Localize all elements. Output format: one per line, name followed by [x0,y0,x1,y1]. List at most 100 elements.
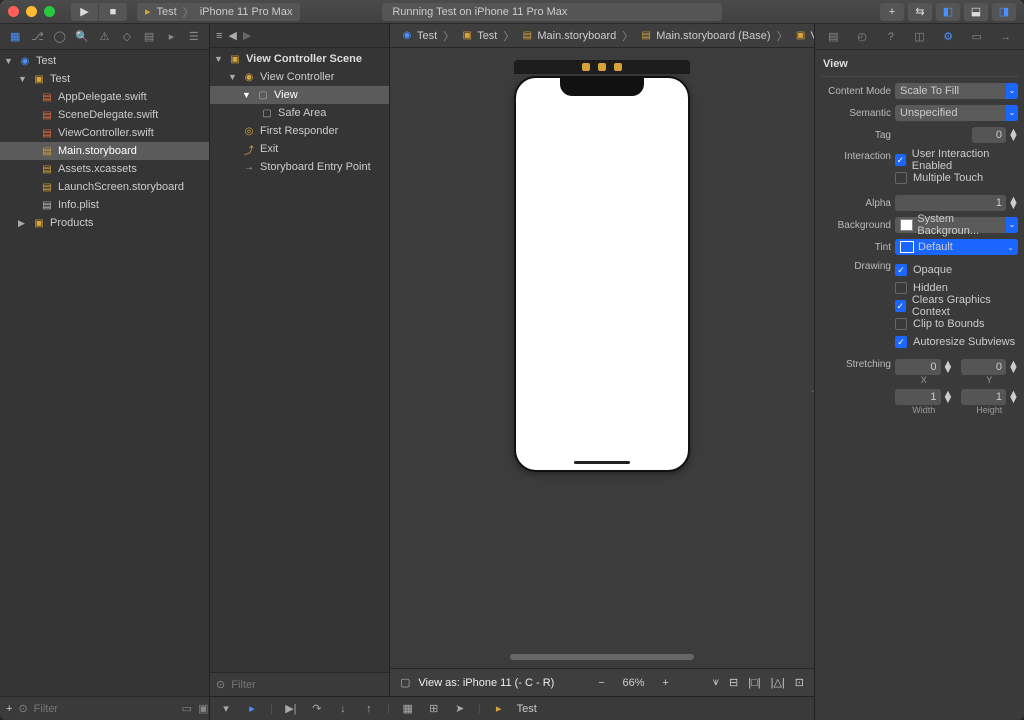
semantic-popup[interactable]: Unspecified [895,105,1018,121]
tag-field[interactable]: 0 [972,127,1006,143]
debug-memory-button[interactable]: ⊞ [426,702,442,715]
test-navigator-tab[interactable]: ◇ [120,30,134,44]
user-interaction-checkbox[interactable]: ✓ [895,154,906,166]
scene-row[interactable]: ▼▣ View Controller Scene [210,50,389,68]
clip-bounds-checkbox[interactable] [895,318,907,330]
attributes-inspector-tab[interactable]: ⚙ [941,30,955,44]
jump-bar[interactable]: ◉Test〉 ▣Test〉 ▤Main.storyboard〉 ▤Main.st… [390,24,814,48]
history-inspector-tab[interactable]: ◴ [855,30,869,44]
target-folder-row[interactable]: ▼▣ Test [0,70,209,88]
toggle-inspector-button[interactable]: ◨ [992,3,1016,21]
stretch-h-field[interactable]: 1 [961,389,1007,405]
help-inspector-tab[interactable]: ? [884,30,898,44]
entry-point-row[interactable]: → Storyboard Entry Point [210,158,389,176]
minimize-window-button[interactable] [26,6,37,17]
background-popup[interactable]: System Backgroun... [895,217,1018,233]
scene-dock[interactable] [514,60,690,74]
safe-area-row[interactable]: ▢ Safe Area [210,104,389,122]
stretch-x-field[interactable]: 0 [895,359,941,375]
navigator-filter-input[interactable] [34,703,176,715]
outline-toggle-icon[interactable]: ≡ [216,30,222,42]
exit-row[interactable]: ⤴ Exit [210,140,389,158]
step-into-button[interactable]: ↓ [335,703,351,715]
zoom-window-button[interactable] [44,6,55,17]
content-mode-popup[interactable]: Scale To Fill [895,83,1018,99]
file-row[interactable]: ▤LaunchScreen.storyboard [0,178,209,196]
pin-button[interactable]: |□| [748,677,760,689]
zoom-in-button[interactable]: + [657,674,675,692]
stretch-h-stepper[interactable]: ▲▼ [1008,389,1018,405]
first-responder-row[interactable]: ◎ First Responder [210,122,389,140]
breakpoints-button[interactable]: ▸ [244,702,260,715]
alpha-field[interactable]: 1 [895,195,1006,211]
recent-filter-button[interactable]: ▭ [182,702,192,715]
constraints-filter-icon[interactable]: ⩛ [713,676,719,689]
zoom-level[interactable]: 66% [623,677,645,689]
zoom-out-button[interactable]: − [593,674,611,692]
resolve-issues-button[interactable]: |△| [771,676,785,689]
products-folder-row[interactable]: ▶▣ Products [0,214,209,232]
toggle-debug-area-button[interactable]: ⬓ [964,3,988,21]
stretch-w-stepper[interactable]: ▲▼ [943,389,953,405]
symbol-navigator-tab[interactable]: ◯ [53,30,67,44]
report-navigator-tab[interactable]: ☰ [187,30,201,44]
view-as-label[interactable]: View as: iPhone 11 (- C - R) [418,677,554,689]
step-over-button[interactable]: ↷ [309,702,325,715]
hide-debug-button[interactable]: ▾ [218,702,234,715]
device-config-button[interactable]: ▢ [400,676,410,689]
outline-back-button[interactable]: ◀ [228,29,236,42]
exit-dock-icon[interactable] [614,63,622,71]
hidden-checkbox[interactable] [895,282,907,294]
source-control-navigator-tab[interactable]: ⎇ [30,30,44,44]
file-row[interactable]: ▤Info.plist [0,196,209,214]
alpha-stepper[interactable]: ▲▼ [1008,195,1018,211]
size-inspector-tab[interactable]: ▭ [970,30,984,44]
file-row[interactable]: ▤SceneDelegate.swift [0,106,209,124]
stretch-x-stepper[interactable]: ▲▼ [943,359,953,375]
view-controller-row[interactable]: ▼◉ View Controller [210,68,389,86]
project-navigator-tab[interactable]: ▦ [8,30,22,44]
outline-filter-input[interactable] [231,679,383,691]
embed-button[interactable]: ⊡ [795,676,804,689]
first-responder-dock-icon[interactable] [598,63,606,71]
vc-dock-icon[interactable] [582,63,590,71]
file-row[interactable]: ▤Assets.xcassets [0,160,209,178]
file-row[interactable]: ▤Main.storyboard [0,142,209,160]
breakpoint-navigator-tab[interactable]: ▸ [164,30,178,44]
run-button[interactable]: ▶ [71,3,99,21]
view-row[interactable]: ▼▢ View [210,86,389,104]
add-button[interactable]: + [6,703,12,715]
project-row[interactable]: ▼◉ Test [0,52,209,70]
opaque-checkbox[interactable]: ✓ [895,264,907,276]
continue-button[interactable]: ▶| [283,702,299,715]
tag-stepper[interactable]: ▲▼ [1008,127,1018,143]
process-name[interactable]: Test [517,703,537,715]
multiple-touch-checkbox[interactable] [895,172,907,184]
issue-navigator-tab[interactable]: ⚠ [97,30,111,44]
scm-filter-button[interactable]: ▣ [198,702,208,715]
outline-forward-button[interactable]: ▶ [243,29,251,42]
file-row[interactable]: ▤AppDelegate.swift [0,88,209,106]
identity-inspector-tab[interactable]: ◫ [912,30,926,44]
find-navigator-tab[interactable]: 🔍 [75,30,89,44]
file-row[interactable]: ▤ViewController.swift [0,124,209,142]
stretch-y-stepper[interactable]: ▲▼ [1008,359,1018,375]
stop-button[interactable]: ■ [99,3,127,21]
code-review-button[interactable]: ⇆ [908,3,932,21]
align-button[interactable]: ⊟ [729,676,738,689]
close-window-button[interactable] [8,6,19,17]
toggle-navigator-button[interactable]: ◧ [936,3,960,21]
project-tree[interactable]: ▼◉ Test ▼▣ Test ▤AppDelegate.swift▤Scene… [0,50,209,696]
connections-inspector-tab[interactable]: → [999,30,1013,44]
canvas-scrollbar[interactable] [510,654,694,660]
debug-navigator-tab[interactable]: ▤ [142,30,156,44]
outline-tree[interactable]: ▼▣ View Controller Scene ▼◉ View Control… [210,48,389,672]
scheme-selector[interactable]: ▸ Test 〉 iPhone 11 Pro Max [137,3,300,21]
library-button[interactable]: + [880,3,904,21]
autoresize-checkbox[interactable]: ✓ [895,336,907,348]
stretch-w-field[interactable]: 1 [895,389,941,405]
debug-view-button[interactable]: ▦ [400,702,416,715]
stretch-y-field[interactable]: 0 [961,359,1007,375]
device-frame[interactable] [514,76,690,472]
file-inspector-tab[interactable]: ▤ [826,30,840,44]
